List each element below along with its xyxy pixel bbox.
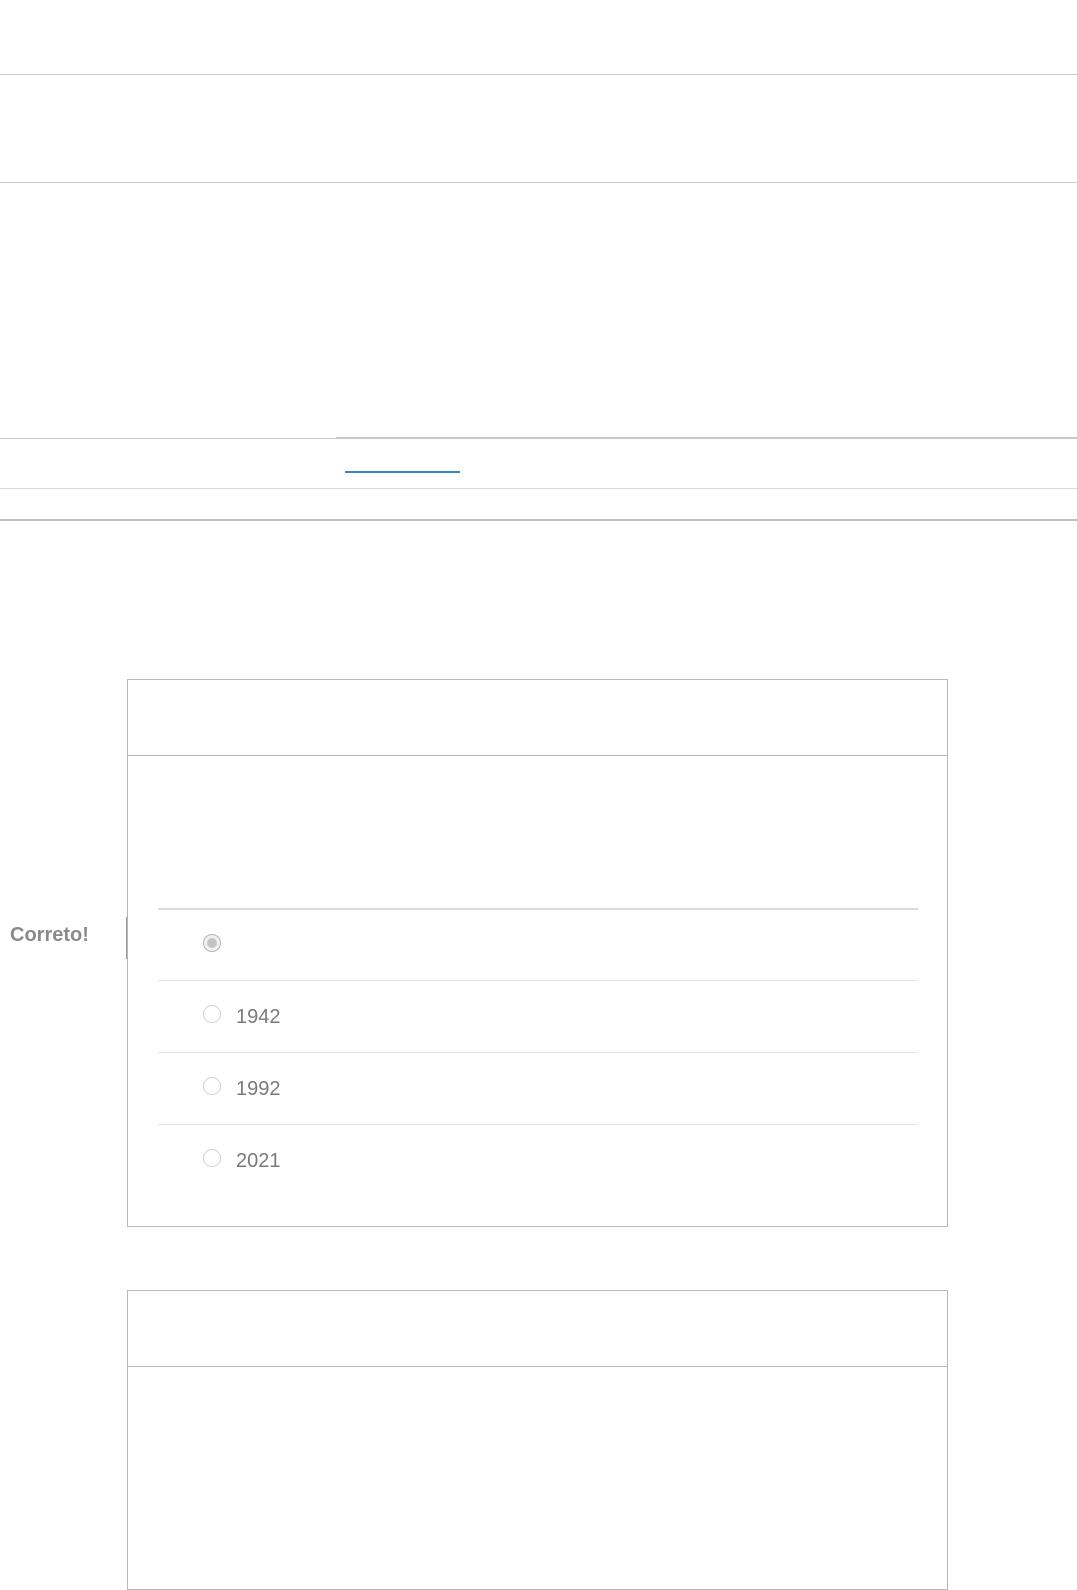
flag-pointer [126,917,127,959]
divider [0,74,1077,75]
question-header [128,1291,947,1367]
flag-notch [128,913,158,957]
answer-label: 2021 [236,1150,281,1172]
answer-option[interactable] [158,908,918,980]
question-card [127,1290,948,1590]
divider [0,488,1077,489]
radio-icon[interactable] [203,1005,221,1023]
question-header [128,680,947,756]
radio-selected-icon[interactable] [203,934,221,952]
correct-label: Correto! [10,924,89,946]
correct-answer-flag: Correto! [0,913,127,959]
question-text [128,756,947,908]
answer-option[interactable]: 1992 [158,1052,918,1124]
active-tab-link[interactable] [345,471,460,473]
answer-option[interactable]: 1942 [158,980,918,1052]
tab-indicator [336,437,1077,439]
radio-icon[interactable] [203,1149,221,1167]
radio-icon[interactable] [203,1077,221,1095]
answer-label: 1942 [236,1006,281,1028]
question-text [128,1367,947,1519]
question-card: 1942 1992 2021 [127,679,948,1227]
divider [0,182,1077,183]
answer-list: 1942 1992 2021 [158,908,918,1196]
divider [0,519,1077,521]
answer-option[interactable]: 2021 [158,1124,918,1196]
answer-label: 1992 [236,1078,281,1100]
